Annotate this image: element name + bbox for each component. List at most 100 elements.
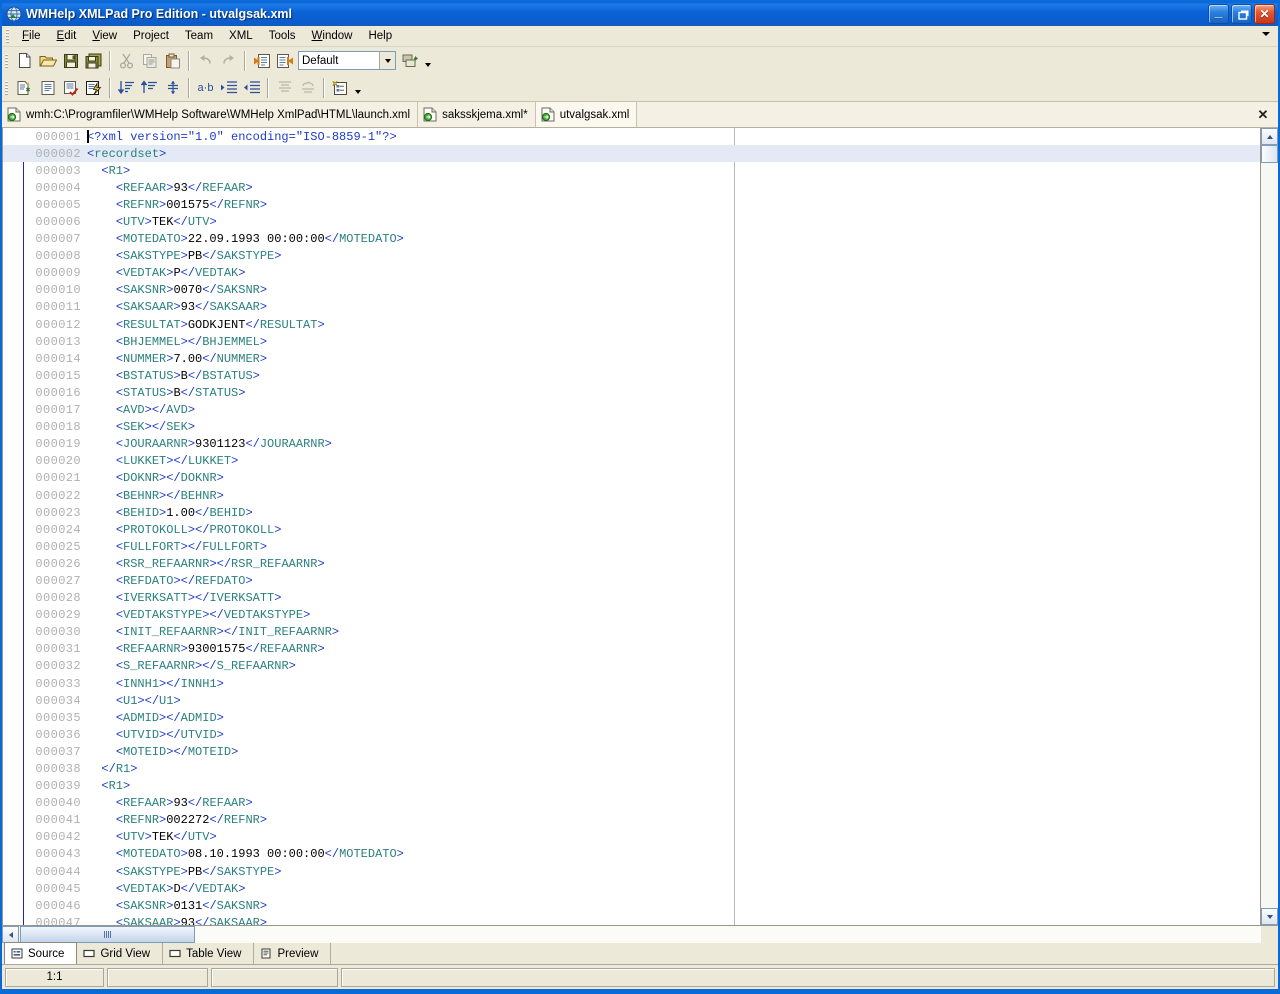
code-line[interactable]: 000028 <IVERKSATT></IVERKSATT> [3, 590, 1260, 607]
code-line[interactable]: 000034 <U1></U1> [3, 692, 1260, 709]
schema-combo-dropdown[interactable] [379, 52, 395, 69]
close-button[interactable]: ✕ [1254, 4, 1275, 24]
minimize-button[interactable]: _ [1208, 4, 1229, 24]
code-line[interactable]: 000033 <INNH1></INNH1> [3, 675, 1260, 692]
menu-view[interactable]: View [84, 28, 125, 44]
menu-file[interactable]: File [14, 28, 49, 44]
code-line[interactable]: 000045 <VEDTAK>D</VEDTAK> [3, 880, 1260, 897]
sort-ascending-icon[interactable] [138, 77, 161, 99]
menu-help[interactable]: Help [360, 28, 400, 44]
code-line[interactable]: 000012 <RESULTAT>GODKJENT</RESULTAT> [3, 316, 1260, 333]
horizontal-scrollbar[interactable] [2, 925, 1278, 943]
code-line[interactable]: 000022 <BEHNR></BEHNR> [3, 487, 1260, 504]
structure-dropdown[interactable] [352, 77, 363, 99]
new-document-icon[interactable] [13, 50, 36, 72]
cut-icon[interactable] [115, 50, 138, 72]
vertical-scrollbar[interactable] [1260, 128, 1278, 925]
code-line[interactable]: 000001 <?xml version="1.0" encoding="ISO-… [3, 128, 1260, 145]
menu-tools[interactable]: Tools [261, 28, 304, 44]
code-line[interactable]: 000011 <SAKSAAR>93</SAKSAAR> [3, 299, 1260, 316]
code-line[interactable]: 000046 <SAKSNR>0131</SAKSNR> [3, 897, 1260, 914]
align-left-icon[interactable] [273, 77, 296, 99]
scroll-up-button[interactable] [1261, 128, 1278, 145]
code-line[interactable]: 000039 <R1> [3, 778, 1260, 795]
apply-schema-icon[interactable] [399, 50, 422, 72]
code-line[interactable]: 000018 <SEK></SEK> [3, 419, 1260, 436]
code-line[interactable]: 000036 <UTVID></UTVID> [3, 726, 1260, 743]
check-wellformed-icon[interactable] [36, 77, 59, 99]
save-all-icon[interactable] [82, 50, 105, 72]
save-icon[interactable] [59, 50, 82, 72]
chevron-down-icon[interactable] [1262, 32, 1270, 36]
indent-increase-icon[interactable] [217, 77, 240, 99]
redo-icon[interactable] [217, 50, 240, 72]
menu-edit[interactable]: Edit [49, 28, 85, 44]
tab-source[interactable]: Source [4, 942, 78, 964]
code-line[interactable]: 000023 <BEHID>1.00</BEHID> [3, 504, 1260, 521]
code-line[interactable]: 000040 <REFAAR>93</REFAAR> [3, 795, 1260, 812]
menu-window[interactable]: Window [304, 28, 361, 44]
close-icon[interactable]: ✕ [1254, 102, 1272, 127]
code-line[interactable]: 000019 <JOURAARNR>9301123</JOURAARNR> [3, 436, 1260, 453]
spacing-icon[interactable] [161, 77, 184, 99]
code-line[interactable]: 000005 <REFNR>001575</REFNR> [3, 196, 1260, 213]
schema-combo[interactable]: Default [298, 51, 396, 70]
code-line[interactable]: 000007 <MOTEDATO>22.09.1993 00:00:00</MO… [3, 231, 1260, 248]
code-line[interactable]: 000041 <REFNR>002272</REFNR> [3, 812, 1260, 829]
code-line[interactable]: 000035 <ADMID></ADMID> [3, 709, 1260, 726]
new-xml-icon[interactable] [13, 77, 36, 99]
code-line[interactable]: 000016 <STATUS>B</STATUS> [3, 384, 1260, 401]
code-line[interactable]: 000015 <BSTATUS>B</BSTATUS> [3, 367, 1260, 384]
menu-team[interactable]: Team [177, 28, 221, 44]
code-line[interactable]: 000044 <SAKSTYPE>PB</SAKSTYPE> [3, 863, 1260, 880]
code-line[interactable]: 000025 <FULLFORT></FULLFORT> [3, 538, 1260, 555]
code-line[interactable]: 000031 <REFAARNR>93001575</REFAARNR> [3, 641, 1260, 658]
transform-icon[interactable] [82, 77, 105, 99]
code-line[interactable]: 000024 <PROTOKOLL></PROTOKOLL> [3, 521, 1260, 538]
code-line[interactable]: 000038 </R1> [3, 760, 1260, 777]
code-line[interactable]: 000030 <INIT_REFAARNR></INIT_REFAARNR> [3, 624, 1260, 641]
apply-schema-dropdown[interactable] [422, 50, 433, 72]
code-line[interactable]: 000021 <DOKNR></DOKNR> [3, 470, 1260, 487]
menu-drag-grip[interactable] [6, 29, 9, 43]
code-line[interactable]: 000017 <AVD></AVD> [3, 402, 1260, 419]
code-line[interactable]: 000042 <UTV>TEK</UTV> [3, 829, 1260, 846]
toolbar-drag-grip-2[interactable] [5, 80, 8, 95]
previous-bookmark-icon[interactable] [250, 50, 273, 72]
code-line[interactable]: 000010 <SAKSNR>0070</SAKSNR> [3, 282, 1260, 299]
code-line[interactable]: 000013 <BHJEMMEL></BHJEMMEL> [3, 333, 1260, 350]
undo-icon[interactable] [194, 50, 217, 72]
menu-project[interactable]: Project [125, 28, 177, 44]
vertical-scroll-track[interactable] [1261, 163, 1278, 908]
align-cloud-icon[interactable] [296, 77, 319, 99]
scroll-left-button[interactable] [2, 926, 19, 943]
code-line[interactable]: 000043 <MOTEDATO>08.10.1993 00:00:00</MO… [3, 846, 1260, 863]
code-line[interactable]: 000032 <S_REFAARNR></S_REFAARNR> [3, 658, 1260, 675]
replace-icon[interactable]: a·b [194, 77, 217, 99]
toolbar-drag-grip-1[interactable] [5, 53, 8, 68]
source-editor[interactable]: 000001 <?xml version="1.0" encoding="ISO-… [2, 128, 1260, 925]
horizontal-scroll-track[interactable] [195, 926, 1261, 943]
menu-xml[interactable]: XML [221, 28, 261, 44]
code-line[interactable]: 000002 <recordset> [3, 145, 1260, 163]
horizontal-scroll-thumb[interactable] [20, 926, 195, 943]
code-line[interactable]: 000009 <VEDTAK>P</VEDTAK> [3, 265, 1260, 282]
vertical-scroll-thumb[interactable] [1261, 145, 1278, 163]
paste-icon[interactable] [161, 50, 184, 72]
validate-icon[interactable] [59, 77, 82, 99]
document-tab-utvalgsak[interactable]: utvalgsak.xml [535, 102, 638, 127]
tab-preview[interactable]: Preview [254, 943, 332, 964]
indent-decrease-icon[interactable] [240, 77, 263, 99]
code-lines[interactable]: 000001 <?xml version="1.0" encoding="ISO-… [3, 128, 1260, 925]
copy-icon[interactable] [138, 50, 161, 72]
document-tab-launch[interactable]: wmh:C:\Programfiler\WMHelp Software\WMHe… [2, 102, 419, 127]
scroll-down-button[interactable] [1261, 908, 1278, 925]
code-line[interactable]: 000026 <RSR_REFAARNR></RSR_REFAARNR> [3, 555, 1260, 572]
code-line[interactable]: 000029 <VEDTAKSTYPE></VEDTAKSTYPE> [3, 607, 1260, 624]
structure-icon[interactable] [329, 77, 352, 99]
tab-grid-view[interactable]: Grid View [77, 943, 164, 964]
code-line[interactable]: 000004 <REFAAR>93</REFAAR> [3, 179, 1260, 196]
code-line[interactable]: 000020 <LUKKET></LUKKET> [3, 453, 1260, 470]
code-line[interactable]: 000003 <R1> [3, 162, 1260, 179]
next-bookmark-icon[interactable] [273, 50, 296, 72]
